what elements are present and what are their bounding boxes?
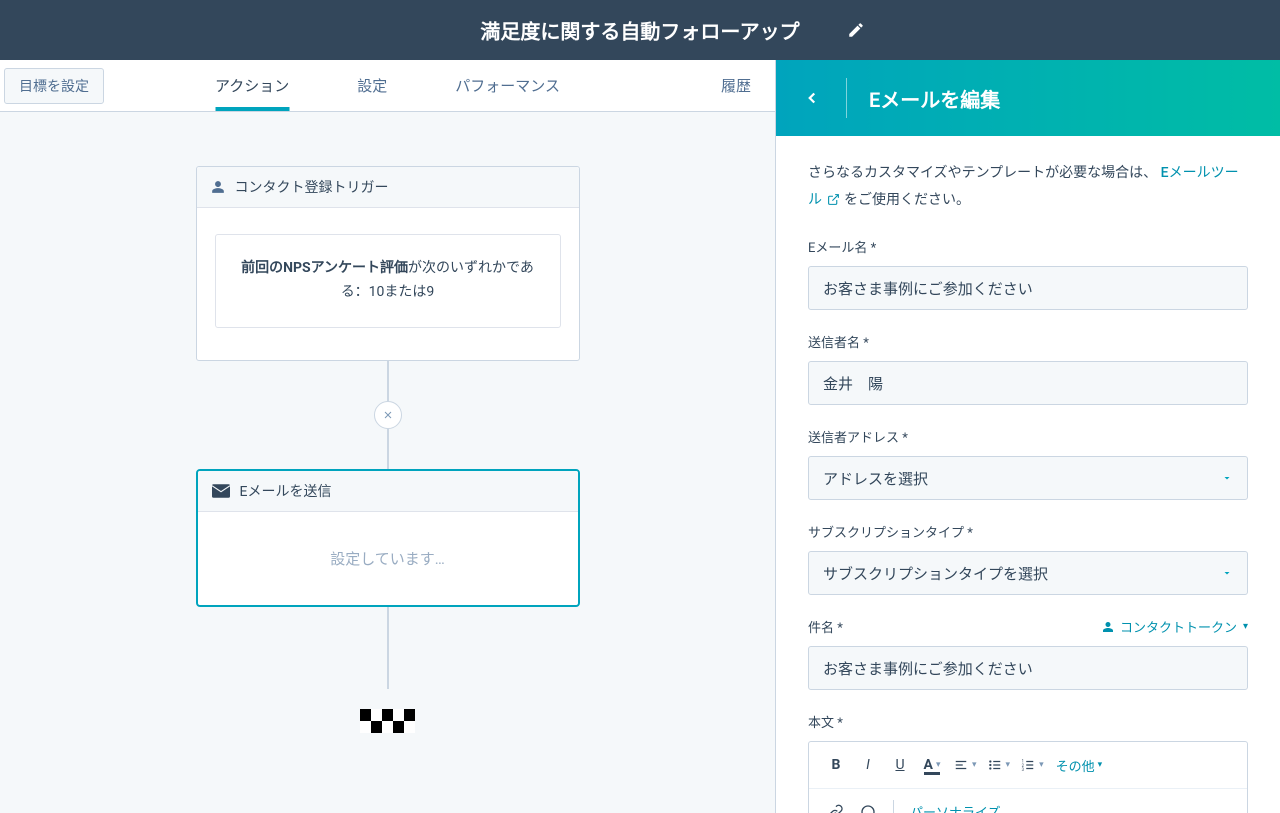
numbered-list-button[interactable]: 123 ▾ — [1016, 750, 1048, 780]
panel-back-button[interactable] — [800, 86, 824, 110]
bold-button[interactable]: B — [821, 750, 851, 780]
subject-label: 件名 — [808, 617, 843, 636]
bullet-list-icon — [987, 758, 1003, 772]
close-icon — [382, 409, 394, 421]
external-link-icon — [827, 193, 840, 206]
smile-icon — [860, 804, 876, 813]
link-icon — [828, 804, 844, 813]
caret-down-icon — [1221, 567, 1233, 579]
tab-settings[interactable]: 設定 — [357, 60, 387, 111]
svg-text:3: 3 — [1022, 767, 1025, 772]
align-left-icon — [953, 758, 969, 772]
page-title: 満足度に関する自動フォローアップ — [480, 16, 799, 45]
tab-performance[interactable]: パフォーマンス — [455, 60, 560, 111]
caret-down-icon — [1221, 472, 1233, 484]
italic-button[interactable]: I — [853, 750, 883, 780]
email-node-title: Eメールを送信 — [240, 481, 332, 501]
tab-history[interactable]: 履歴 — [721, 60, 751, 111]
person-icon — [211, 180, 225, 194]
bullet-list-button[interactable]: ▾ — [983, 750, 1015, 780]
insert-link-button[interactable] — [821, 797, 851, 813]
edit-title-button[interactable] — [840, 14, 872, 46]
underline-text-button[interactable]: U — [885, 750, 915, 780]
trigger-node[interactable]: コンタクト登録トリガー 前回のNPSアンケート評価が次のいずれかである：10また… — [196, 166, 580, 361]
contact-token-button[interactable]: コンタクトトークン ▾ — [1102, 617, 1248, 636]
align-button[interactable]: ▾ — [949, 750, 981, 780]
finish-flag-icon — [360, 709, 416, 733]
add-remove-step-button[interactable] — [374, 401, 402, 429]
emoji-button[interactable] — [853, 797, 883, 813]
sender-address-label: 送信者アドレス — [808, 427, 908, 446]
pencil-icon — [847, 21, 865, 39]
trigger-condition: 前回のNPSアンケート評価が次のいずれかである：10または9 — [215, 234, 561, 328]
panel-intro: さらなるカスタマイズやテンプレートが必要な場合は、 Eメールツール をご使用くだ… — [808, 160, 1248, 213]
envelope-icon — [212, 484, 230, 498]
sender-name-label: 送信者名 — [808, 332, 869, 351]
body-label: 本文 — [808, 712, 843, 731]
trigger-title: コンタクト登録トリガー — [235, 177, 389, 197]
tab-action[interactable]: アクション — [215, 60, 289, 111]
panel-title: Eメールを編集 — [869, 84, 1000, 113]
email-name-input[interactable] — [808, 266, 1248, 310]
chevron-left-icon — [803, 89, 821, 107]
numbered-list-icon: 123 — [1020, 758, 1036, 772]
subject-input[interactable] — [808, 646, 1248, 690]
email-node-body: 設定しています… — [198, 512, 578, 605]
person-icon — [1102, 621, 1114, 633]
sender-address-select[interactable]: アドレスを選択 — [808, 456, 1248, 500]
text-color-button[interactable]: A▾ — [917, 750, 947, 780]
sender-name-input[interactable] — [808, 361, 1248, 405]
more-formatting-button[interactable]: その他▾ — [1050, 750, 1109, 780]
email-name-label: Eメール名 — [808, 237, 876, 256]
personalize-button[interactable]: パーソナライズ — [904, 802, 1007, 813]
subscription-type-label: サブスクリプションタイプ — [808, 522, 973, 541]
set-goal-button[interactable]: 目標を設定 — [4, 68, 104, 104]
subscription-type-select[interactable]: サブスクリプションタイプを選択 — [808, 551, 1248, 595]
email-node[interactable]: Eメールを送信 設定しています… — [196, 469, 580, 607]
